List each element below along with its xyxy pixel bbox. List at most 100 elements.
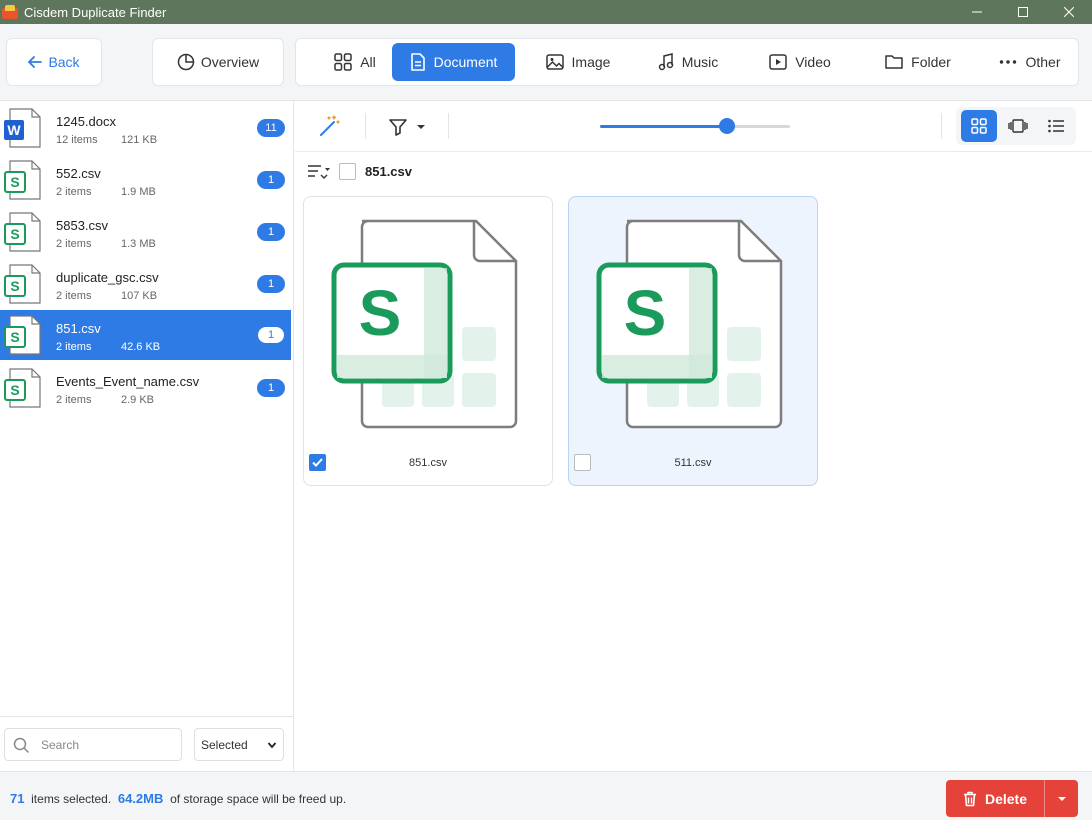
- filter-button[interactable]: [388, 115, 438, 139]
- music-icon: [658, 53, 673, 71]
- file-name: 5853.csv: [56, 218, 109, 233]
- duplicate-count-badge: 1: [257, 379, 285, 397]
- arrow-left-icon: [28, 56, 43, 68]
- app-logo-icon: [2, 5, 18, 19]
- top-navigation: Back Overview All Document Image Music V…: [0, 24, 1092, 101]
- duplicate-count-badge: 1: [257, 223, 285, 241]
- svg-text:S: S: [359, 277, 402, 349]
- file-size: 107 KB: [121, 290, 158, 302]
- title-bar: Cisdem Duplicate Finder: [0, 0, 1092, 24]
- svg-text:S: S: [10, 174, 19, 190]
- overview-label: Overview: [200, 54, 260, 70]
- minimize-button[interactable]: [954, 0, 1000, 24]
- back-button[interactable]: Back: [6, 38, 102, 86]
- file-name: Events_Event_name.csv: [56, 374, 200, 389]
- grid-view-button[interactable]: [961, 110, 997, 142]
- svg-text:S: S: [624, 277, 667, 349]
- delete-button[interactable]: Delete: [946, 780, 1044, 817]
- tab-music[interactable]: Music: [642, 43, 734, 81]
- slider-fill: [600, 125, 728, 128]
- file-card[interactable]: S 851.csv: [303, 196, 553, 486]
- overview-button[interactable]: Overview: [152, 38, 284, 86]
- auto-select-button[interactable]: [317, 114, 343, 140]
- file-card[interactable]: S 511.csv: [568, 196, 818, 486]
- carousel-view-button[interactable]: [1000, 110, 1036, 142]
- thumbnail-size-slider[interactable]: [600, 118, 790, 134]
- svg-text:S: S: [10, 329, 19, 345]
- file-name: duplicate_gsc.csv: [56, 270, 159, 285]
- duplicate-count-badge: 1: [257, 326, 285, 344]
- tab-video[interactable]: Video: [754, 43, 846, 81]
- tab-image[interactable]: Image: [528, 43, 628, 81]
- preview-area: 851.csv S 851.csv S 511.csv: [295, 101, 1092, 771]
- list-item[interactable]: S duplicate_gsc.csv 2 items 107 KB 1: [0, 259, 291, 309]
- search-box[interactable]: [4, 728, 182, 761]
- file-size: 121 KB: [121, 134, 158, 146]
- sort-icon: [308, 165, 330, 179]
- duplicate-count-badge: 1: [257, 275, 285, 293]
- file-size: 42.6 KB: [121, 341, 161, 353]
- svg-text:S: S: [10, 278, 19, 294]
- grid-icon: [334, 53, 352, 71]
- preview-toolbar: [295, 101, 1092, 152]
- freed-size: 64.2MB: [117, 791, 164, 806]
- card-file-name: 851.csv: [409, 457, 447, 469]
- list-view-button[interactable]: [1038, 110, 1074, 142]
- tab-all[interactable]: All: [310, 43, 400, 81]
- funnel-icon: [389, 119, 407, 136]
- maximize-button[interactable]: [1000, 0, 1046, 24]
- filter-dropdown-value: Selected: [201, 737, 248, 752]
- window-title: Cisdem Duplicate Finder: [24, 4, 167, 20]
- file-name: 552.csv: [56, 166, 101, 181]
- list-item[interactable]: W 1245.docx 12 items 121 KB 11: [0, 103, 291, 153]
- category-tabs: All Document Image Music Video Folder Ot…: [295, 38, 1079, 86]
- list-item-selected[interactable]: S 851.csv 2 items 42.6 KB 1: [0, 310, 291, 360]
- file-size: 1.9 MB: [121, 186, 156, 198]
- spreadsheet-file-icon: S: [4, 368, 41, 408]
- file-item-count: 2 items: [56, 290, 92, 302]
- spreadsheet-file-icon: S: [4, 212, 41, 252]
- delete-label: Delete: [984, 790, 1028, 807]
- group-header: 851.csv: [295, 152, 1092, 192]
- selected-count: 71: [10, 791, 25, 806]
- tab-other[interactable]: Other: [984, 43, 1076, 81]
- selected-text: items selected.: [31, 792, 112, 806]
- tab-folder-label: Folder: [911, 54, 951, 70]
- tab-document[interactable]: Document: [392, 43, 515, 81]
- tab-music-label: Music: [681, 54, 719, 70]
- tab-folder[interactable]: Folder: [868, 43, 968, 81]
- search-icon: [13, 737, 29, 753]
- magic-wand-icon: [320, 115, 340, 136]
- sort-button[interactable]: [307, 163, 331, 184]
- selection-summary: 71 items selected. 64.2MB of storage spa…: [10, 791, 346, 806]
- list-item[interactable]: S Events_Event_name.csv 2 items 2.9 KB 1: [0, 363, 291, 413]
- svg-text:W: W: [7, 122, 21, 138]
- folder-icon: [885, 55, 903, 69]
- spreadsheet-file-icon: S: [4, 264, 41, 304]
- list-item[interactable]: S 552.csv 2 items 1.9 MB 1: [0, 155, 291, 205]
- document-icon: [410, 53, 425, 71]
- freed-size-text: of storage space will be freed up.: [170, 792, 347, 806]
- slider-handle[interactable]: [719, 118, 736, 134]
- file-item-count: 2 items: [56, 341, 92, 353]
- close-window-button[interactable]: [1046, 0, 1092, 24]
- duplicate-count-badge: 11: [257, 119, 285, 137]
- spreadsheet-file-icon: S: [331, 219, 518, 429]
- list-item[interactable]: S 5853.csv 2 items 1.3 MB 1: [0, 207, 291, 257]
- tab-all-label: All: [360, 54, 376, 70]
- pie-chart-icon: [177, 53, 195, 71]
- file-size: 2.9 KB: [121, 394, 155, 406]
- tab-image-label: Image: [571, 54, 611, 70]
- group-title: 851.csv: [365, 164, 412, 179]
- file-item-count: 2 items: [56, 186, 92, 198]
- duplicate-count-badge: 1: [257, 171, 285, 189]
- search-input[interactable]: [41, 737, 171, 752]
- select-group-checkbox[interactable]: [339, 163, 356, 180]
- file-item-count: 12 items: [56, 134, 98, 146]
- tab-video-label: Video: [795, 54, 831, 70]
- chevron-down-icon: [267, 742, 277, 749]
- tab-document-label: Document: [433, 54, 498, 70]
- sidebar-footer: Selected: [0, 716, 294, 771]
- filter-dropdown[interactable]: Selected: [194, 728, 284, 761]
- delete-options-button[interactable]: [1044, 780, 1078, 817]
